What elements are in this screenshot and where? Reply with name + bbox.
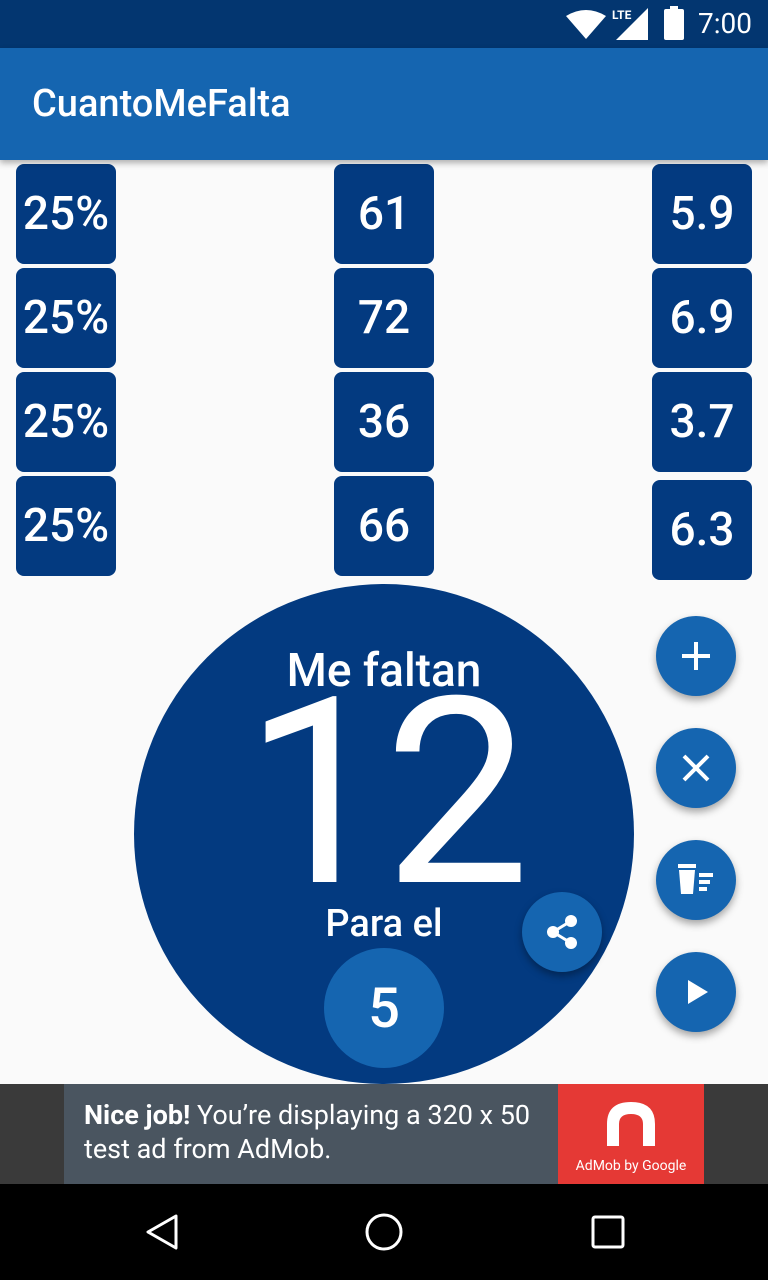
grade-cell-3[interactable]: 3.7	[652, 372, 752, 472]
grade-cell-2[interactable]: 6.9	[652, 268, 752, 368]
status-bar: LTE 7:00	[0, 0, 768, 48]
percent-cell-4[interactable]: 25%	[16, 476, 116, 576]
target-grade-value: 5	[368, 975, 400, 1041]
recents-icon[interactable]	[590, 1212, 626, 1252]
back-icon[interactable]	[142, 1212, 182, 1252]
close-icon	[682, 754, 710, 782]
app-bar: CuantoMeFalta	[0, 48, 768, 160]
count-value: 61	[357, 187, 411, 241]
clear-all-button[interactable]	[656, 840, 736, 920]
remove-button[interactable]	[656, 728, 736, 808]
status-time: 7:00	[698, 7, 752, 40]
count-cell-2[interactable]: 72	[334, 268, 434, 368]
play-icon	[688, 980, 708, 1004]
count-cell-4[interactable]: 66	[334, 476, 434, 576]
count-cell-3[interactable]: 36	[334, 372, 434, 472]
grade-value: 6.9	[669, 291, 735, 345]
result-circle: Me faltan 12 Para el 5	[134, 584, 634, 1084]
admob-logo[interactable]: AdMob by Google	[558, 1084, 704, 1184]
grade-cell-4[interactable]: 6.3	[652, 480, 752, 580]
count-value: 66	[357, 499, 411, 553]
play-button[interactable]	[656, 952, 736, 1032]
ad-logo-caption: AdMob by Google	[575, 1158, 687, 1174]
ad-content[interactable]: Nice job! You’re displaying a 320 x 50 t…	[64, 1084, 558, 1184]
percent-cell-2[interactable]: 25%	[16, 268, 116, 368]
app-title: CuantoMeFalta	[32, 82, 291, 126]
battery-icon	[664, 6, 684, 40]
ad-text: Nice job! You’re displaying a 320 x 50 t…	[84, 1098, 554, 1166]
grade-value: 3.7	[669, 395, 735, 449]
add-button[interactable]	[656, 616, 736, 696]
percent-cell-1[interactable]: 25%	[16, 164, 116, 264]
share-button[interactable]	[522, 892, 602, 972]
home-icon[interactable]	[364, 1212, 404, 1252]
percent-value: 25%	[22, 291, 110, 345]
target-grade-button[interactable]: 5	[324, 948, 444, 1068]
clear-all-icon	[678, 864, 713, 894]
ad-bold-text: Nice job!	[84, 1099, 191, 1131]
grade-cell-1[interactable]: 5.9	[652, 164, 752, 264]
grade-value: 6.3	[669, 503, 735, 557]
ad-banner[interactable]: Nice job! You’re displaying a 320 x 50 t…	[0, 1084, 768, 1184]
percent-value: 25%	[22, 395, 110, 449]
plus-icon	[682, 642, 710, 670]
navigation-bar	[0, 1184, 768, 1280]
count-value: 72	[357, 291, 411, 345]
percent-value: 25%	[22, 499, 110, 553]
percent-cell-3[interactable]: 25%	[16, 372, 116, 472]
result-value: 12	[243, 642, 530, 946]
signal-icon	[616, 8, 648, 40]
count-value: 36	[357, 395, 411, 449]
wifi-icon	[566, 10, 606, 39]
admob-icon	[607, 1102, 655, 1146]
percent-value: 25%	[22, 187, 110, 241]
share-icon	[547, 915, 577, 949]
grade-value: 5.9	[669, 187, 735, 241]
count-cell-1[interactable]: 61	[334, 164, 434, 264]
